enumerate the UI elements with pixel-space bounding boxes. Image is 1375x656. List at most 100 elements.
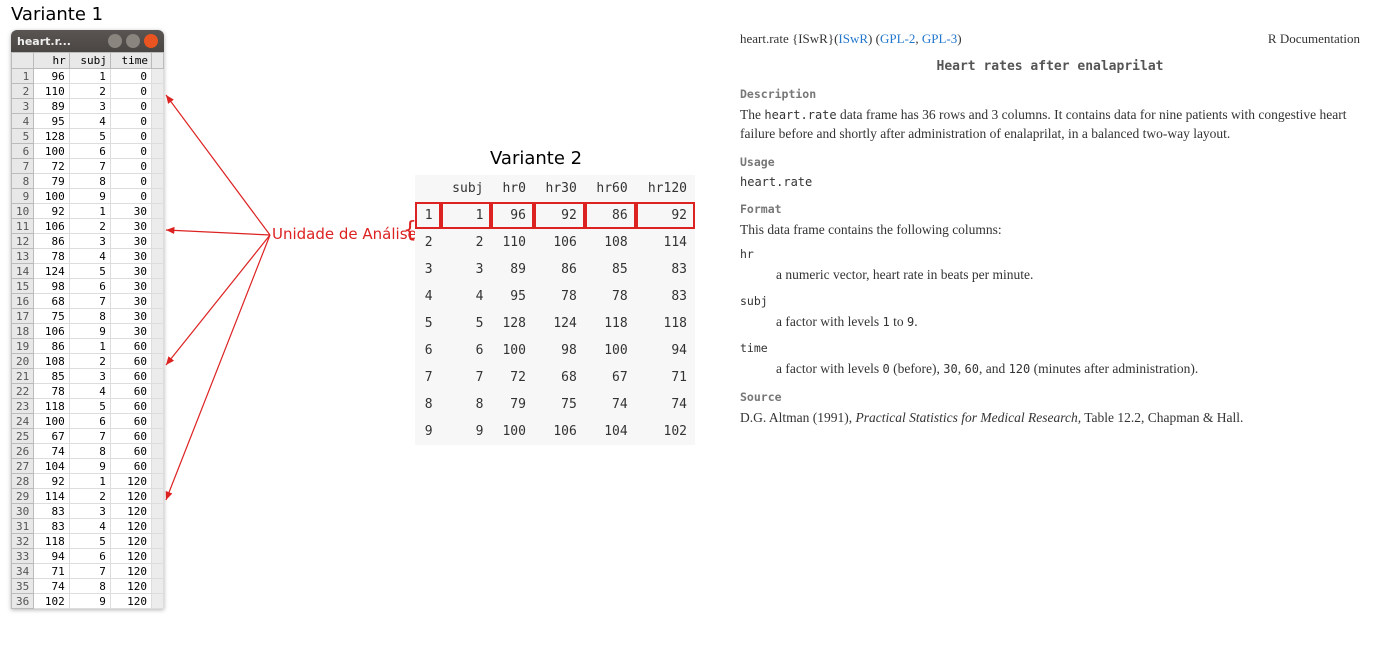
cell: 120 [110,549,151,564]
cell: 6 [69,414,110,429]
scrollbar[interactable] [152,594,164,609]
row-index: 36 [12,594,34,609]
scrollbar[interactable] [152,234,164,249]
scrollbar[interactable] [152,414,164,429]
cell: 30 [110,234,151,249]
cell: 5 [69,129,110,144]
subj-a: a factor with levels [776,314,882,329]
scrollbar[interactable] [152,204,164,219]
scrollbar[interactable] [152,564,164,579]
scrollbar[interactable] [152,249,164,264]
minimize-icon[interactable] [108,34,122,48]
cell: 7 [415,364,441,391]
cell: 0 [110,114,151,129]
scrollbar[interactable] [152,489,164,504]
scrollbar[interactable] [152,84,164,99]
cell: 3 [69,369,110,384]
cell: 30 [110,324,151,339]
scrollbar[interactable] [152,324,164,339]
scrollbar[interactable] [152,444,164,459]
row-index: 4 [12,114,34,129]
col-time-desc: a factor with levels 0 (before), 30, 60,… [776,360,1360,379]
scrollbar[interactable] [152,534,164,549]
time-a: a factor with levels [776,361,882,376]
scrollbar[interactable] [152,519,164,534]
row-index: 17 [12,309,34,324]
scrollbar[interactable] [152,504,164,519]
cell: 7 [69,159,110,174]
maximize-icon[interactable] [126,34,140,48]
cell: 4 [69,519,110,534]
table-row: 1598630 [12,279,164,294]
cell: 0 [110,159,151,174]
scrollbar[interactable] [152,399,164,414]
cell: 118 [34,534,69,549]
scrollbar[interactable] [152,354,164,369]
scrollbar[interactable] [152,69,164,84]
cell: 6 [415,337,441,364]
scrollbar[interactable] [152,144,164,159]
col-hr-name: hr [740,246,1360,262]
cell: 86 [585,202,636,229]
scrollbar[interactable] [152,309,164,324]
scrollbar[interactable] [152,264,164,279]
scrollbar[interactable] [152,384,164,399]
source-heading: Source [740,389,1360,405]
scrollbar[interactable] [152,279,164,294]
gpl2-link[interactable]: GPL-2 [880,31,915,46]
row-index: 25 [12,429,34,444]
time-m1: (before), [890,361,944,376]
close-icon[interactable] [144,34,158,48]
cell: 3 [69,99,110,114]
scrollbar[interactable] [152,579,164,594]
scrollbar[interactable] [152,159,164,174]
cell: 100 [585,337,636,364]
cell: 6 [69,279,110,294]
cell: 98 [34,279,69,294]
cell: 30 [110,219,151,234]
gpl3-link[interactable]: GPL-3 [922,31,957,46]
cell: 1 [69,204,110,219]
cell: 2 [441,229,492,256]
cell: 1 [69,69,110,84]
scrollbar[interactable] [152,549,164,564]
scrollbar[interactable] [152,53,164,69]
variant-2-label: Variante 2 [490,148,582,169]
scrollbar[interactable] [152,174,164,189]
src-a: D.G. Altman (1991), [740,410,856,425]
t1-header: hr [34,53,69,69]
cell: 86 [34,339,69,354]
scrollbar[interactable] [152,429,164,444]
scrollbar[interactable] [152,189,164,204]
cell: 8 [69,444,110,459]
cell: 110 [34,84,69,99]
t2-header: hr30 [534,175,585,202]
table-row: 49540 [12,114,164,129]
cell: 104 [34,459,69,474]
cell: 106 [534,418,585,445]
scrollbar[interactable] [152,339,164,354]
cell: 60 [110,369,151,384]
cell: 6 [441,337,492,364]
scrollbar[interactable] [152,474,164,489]
t2-header: hr0 [491,175,533,202]
r-doc-label: R Documentation [1268,30,1360,48]
scrollbar[interactable] [152,99,164,114]
scrollbar[interactable] [152,114,164,129]
cell: 110 [491,229,533,256]
cell: 0 [110,99,151,114]
scrollbar[interactable] [152,459,164,474]
cell: 1 [69,474,110,489]
cell: 68 [34,294,69,309]
row-index: 19 [12,339,34,354]
table-row: 38930 [12,99,164,114]
scrollbar[interactable] [152,294,164,309]
table-row: 2278460 [12,384,164,399]
scrollbar[interactable] [152,129,164,144]
src-b: Table 12.2, Chapman & Hall. [1081,410,1243,425]
row-index: 10 [12,204,34,219]
iswr-link[interactable]: ISwR [838,31,868,46]
cell: 2 [415,229,441,256]
scrollbar[interactable] [152,219,164,234]
scrollbar[interactable] [152,369,164,384]
